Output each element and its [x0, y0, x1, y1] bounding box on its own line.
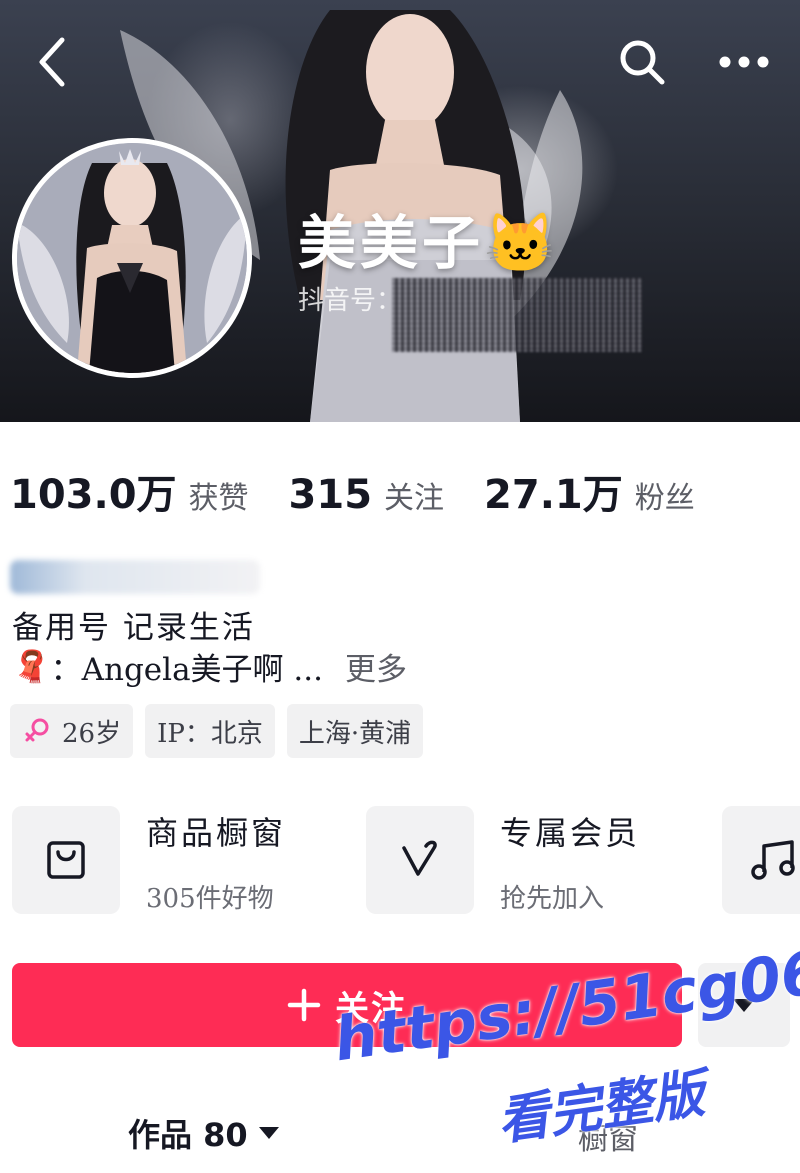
search-button[interactable]	[610, 30, 674, 94]
douyin-id-label: 抖音号：	[298, 286, 403, 316]
chevron-left-icon	[39, 37, 65, 87]
profile-tags: 26岁 IP：北京 上海·黄浦	[10, 704, 435, 758]
avatar-image	[17, 143, 247, 373]
feature-membership[interactable]: 专属会员 抢先加入	[366, 806, 640, 915]
stat-followers-label: 粉丝	[634, 481, 695, 516]
watermark-text: 看完整版	[493, 1063, 709, 1153]
stat-likes[interactable]: 103.0万 获赞	[10, 462, 249, 520]
shopping-bag-icon	[47, 841, 85, 879]
feature-membership-subtitle: 抢先加入	[500, 884, 605, 914]
feature-showcase-text: 商品橱窗 305件好物	[146, 806, 286, 915]
stat-following-label: 关注	[384, 481, 445, 516]
caret-down-icon	[258, 1127, 279, 1139]
tag-ip-text: IP：北京	[157, 718, 263, 749]
watermark-url: https://51cg06.cc	[330, 924, 800, 1076]
stat-following[interactable]: 315 关注	[289, 472, 445, 518]
more-button[interactable]	[712, 30, 776, 94]
feature-music-icon-box	[722, 806, 800, 914]
display-name-text: 美美子	[298, 209, 485, 277]
feature-showcase-icon-box	[12, 806, 120, 914]
tag-age: 26岁	[10, 704, 134, 758]
scarf-emoji-icon: 🧣	[12, 649, 51, 685]
heart-v-icon	[402, 840, 437, 876]
feature-showcase[interactable]: 商品橱窗 305件好物	[12, 806, 286, 915]
cat-emoji-icon: 🐱	[484, 209, 561, 277]
back-button[interactable]	[20, 30, 84, 94]
plus-icon	[287, 988, 321, 1022]
profile-stats: 103.0万 获赞 315 关注 27.1万 粉丝	[10, 462, 735, 520]
tag-ip: IP：北京	[145, 704, 275, 758]
feature-membership-text: 专属会员 抢先加入	[500, 806, 640, 915]
tab-works-label: 作品 80	[128, 1116, 248, 1154]
bio-line-1: 备用号 记录生活	[12, 610, 255, 646]
feature-music[interactable]	[722, 806, 800, 914]
display-name: 美美子🐱	[298, 196, 560, 280]
feature-showcase-subtitle: 305件好物	[146, 884, 274, 914]
tag-location: 上海·黄浦	[286, 704, 424, 758]
avatar[interactable]	[12, 138, 252, 378]
feature-membership-title: 专属会员	[500, 814, 641, 852]
tab-works[interactable]: 作品 80	[128, 1110, 280, 1156]
stat-followers-value: 27.1万	[484, 472, 623, 518]
stat-followers[interactable]: 27.1万 粉丝	[484, 462, 695, 520]
stat-likes-label: 获赞	[188, 481, 249, 516]
tag-age-text: 26岁	[62, 718, 122, 749]
douyin-id-redacted	[392, 278, 642, 352]
feature-membership-icon-box	[366, 806, 474, 914]
bio-line-2: 🧣 ：Angela美子啊 ... 更多	[12, 644, 407, 689]
more-dots-icon	[719, 56, 769, 68]
stat-following-value: 315	[288, 472, 373, 518]
music-note-icon	[751, 840, 795, 880]
blurred-link	[10, 560, 260, 594]
feature-showcase-title: 商品橱窗	[146, 814, 287, 852]
tag-location-text: 上海·黄浦	[298, 718, 412, 749]
profile-cover: 美美子🐱 抖音号：	[0, 0, 800, 422]
stat-likes-value: 103.0万	[10, 472, 177, 518]
search-icon	[620, 40, 665, 85]
bio-line-2-text: ：Angela美子啊 ...	[50, 652, 323, 688]
female-icon	[25, 718, 49, 742]
bio-more-link[interactable]: 更多	[345, 644, 407, 689]
